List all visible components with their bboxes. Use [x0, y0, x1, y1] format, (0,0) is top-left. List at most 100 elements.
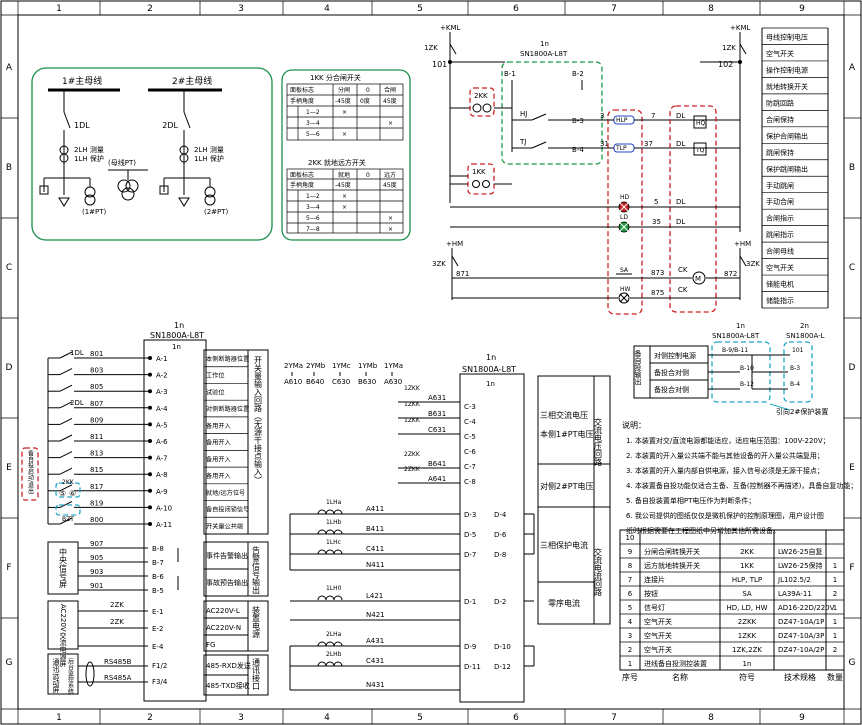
terminal-dot — [148, 522, 152, 526]
row-label: F — [6, 563, 11, 573]
hj-label: HJ — [520, 110, 527, 118]
input-wire-number: 805 — [90, 383, 103, 391]
current-wire: N431 — [366, 681, 385, 689]
terminal-dot — [148, 455, 152, 460]
n37: 37 — [644, 140, 653, 148]
bom-cell: LW26-25保持 — [778, 561, 823, 570]
current-terminal-right: D-6 — [494, 531, 507, 539]
input-terminal: A-3 — [156, 388, 168, 396]
bom-cell: 5 — [628, 604, 632, 612]
switch-tables: 1KK 分合闸开关 面板标志 分闸 0 合闸 手柄角度 -45度 0度 45度 … — [281, 69, 411, 241]
n35: 35 — [652, 218, 661, 226]
bzt-label: BZT — [62, 516, 74, 523]
b2: B-2 — [572, 70, 584, 78]
bom-cell: 1ZK,2ZK — [732, 646, 762, 654]
bom-cell: SA — [742, 590, 752, 598]
kk2-in: 2KK — [62, 479, 75, 486]
t1-h1: 分闸 — [338, 86, 350, 94]
sw1-in: 1DL — [70, 349, 84, 357]
current-terminal-left: D-11 — [464, 663, 481, 671]
bom-cell: 空气开关 — [644, 645, 672, 654]
note-line: 5. 备自投装置单相PT电压作为判断条件； — [626, 496, 755, 505]
pt2-label: (2#PT) — [204, 208, 229, 216]
signal-terminal: B-7 — [152, 559, 164, 567]
bom-cell: AD16-22D/220V — [778, 604, 835, 612]
t1-c2: 5—6 — [306, 131, 320, 138]
bom-cell: 4 — [628, 618, 633, 626]
input-terminal: A-5 — [156, 421, 168, 429]
t1-r1: -45度 — [335, 97, 351, 105]
input-label: 开关量公共端 — [206, 522, 243, 530]
t1-c0: 1—2 — [306, 109, 320, 116]
col-label: 6 — [513, 713, 519, 723]
n873: 873 — [651, 269, 664, 277]
col-label: 9 — [799, 713, 805, 723]
hm-left: +HM — [446, 240, 463, 248]
n101: 101 — [432, 60, 447, 69]
note-line: 3. 本装置的开入量内部自供电源，接入信号必须是无源干接点； — [626, 466, 824, 475]
dl-label: DL — [676, 112, 685, 120]
b3: B-3 — [572, 117, 584, 125]
row-label: C — [849, 263, 855, 273]
func-item: 合闸保持 — [766, 115, 794, 124]
n875: 875 — [651, 289, 664, 297]
voltage-terminal: C-8 — [464, 478, 476, 486]
signal-terminal: B-6 — [152, 573, 164, 581]
bom-cell: 远方就地转换开关 — [644, 561, 700, 570]
input-label: 备用开入 — [206, 472, 231, 480]
notes-title: 说明： — [622, 420, 646, 430]
bom-cell: 分闸合闸转换开关 — [644, 547, 700, 556]
func-item: 储能电机 — [766, 280, 794, 289]
voltage-terminal: C-5 — [464, 433, 476, 441]
input-label: 工作位 — [206, 372, 225, 380]
b2-title: 2n — [800, 322, 809, 330]
power-terminal: E-4 — [152, 643, 164, 651]
function-list: 母线控制电压空气开关操作控制电源就地转换开关防跳回路合闸保持保护合闸输出跳闸保持… — [761, 27, 829, 309]
dt0: 101 — [792, 347, 804, 354]
pwr-group: 装置电源 — [252, 605, 261, 639]
func-item: 防跳回路 — [766, 98, 794, 107]
terminal-dot — [148, 405, 152, 410]
bom-cell: 1 — [833, 618, 837, 626]
dt2: B-4 — [790, 381, 800, 388]
t1-h0: 面板标志 — [290, 86, 314, 94]
bom-cell: 2ZKK — [738, 618, 757, 626]
col-label: 2 — [147, 713, 153, 723]
func-item: 合闸母线 — [766, 247, 794, 256]
t1-x: × — [388, 120, 393, 127]
dl-label: DL — [676, 218, 685, 226]
bom-cell: 1 — [628, 660, 632, 668]
ym-label: 1YMc — [332, 362, 351, 370]
terminal-dot — [148, 389, 152, 394]
t1-h3: 合闸 — [384, 86, 396, 94]
t2-x: × — [388, 226, 393, 233]
input-label: 备用开入 — [206, 455, 231, 463]
input-contact — [59, 384, 73, 392]
power-terminal: E-2 — [152, 625, 163, 633]
input-terminal: A-11 — [156, 521, 172, 529]
n872: 872 — [724, 270, 737, 278]
rs-a: RS485A — [104, 674, 132, 682]
bom-cell: 2 — [833, 590, 837, 598]
an-box-inner: 1n — [486, 380, 495, 388]
bt0: B-9/B-11 — [722, 347, 748, 354]
b4: B-4 — [572, 146, 584, 154]
bom-header: 数量 — [827, 672, 843, 682]
input-wire-number: 819 — [90, 499, 103, 507]
dl-label: DL — [676, 198, 685, 206]
hw-label: HW — [620, 286, 631, 293]
bom-cell: 1 — [833, 562, 837, 570]
wiring-diagram: 1 2 3 4 5 6 7 8 9 1 2 3 4 5 6 7 8 9 A B … — [0, 0, 862, 725]
tlp-label: TLP — [615, 145, 627, 152]
bom-cell: 1ZKK — [738, 632, 757, 640]
n102: 102 — [718, 60, 733, 69]
input-terminal: A-8 — [156, 471, 168, 479]
signal-terminal: B-5 — [152, 587, 164, 595]
current-wire: C411 — [366, 545, 384, 553]
col-label: 4 — [324, 713, 330, 723]
bom-cell: 1 — [833, 576, 837, 584]
bus2-label: 2#主母线 — [172, 75, 212, 87]
t2-h2: 0 — [366, 172, 370, 179]
col-label: 5 — [417, 713, 423, 723]
col-label: 2 — [147, 4, 153, 14]
